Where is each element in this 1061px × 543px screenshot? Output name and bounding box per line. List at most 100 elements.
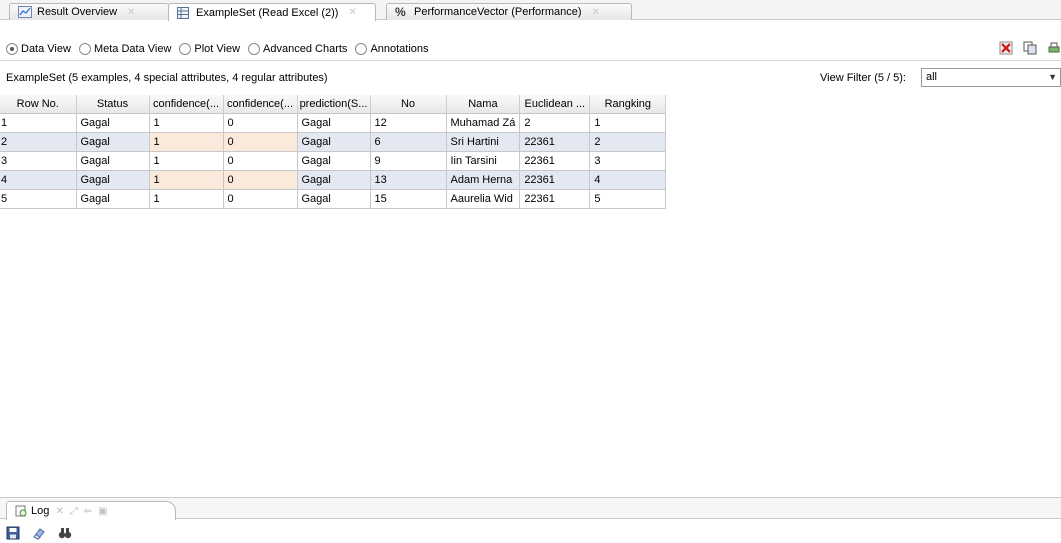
- view-filter-dropdown[interactable]: all ▼: [921, 68, 1061, 87]
- table-cell[interactable]: Gagal: [75, 150, 150, 171]
- radio-plot-view[interactable]: Plot View: [179, 43, 240, 55]
- table-cell[interactable]: 1: [148, 150, 224, 171]
- save-icon[interactable]: [6, 526, 20, 540]
- detach-icon[interactable]: ▣: [98, 506, 107, 517]
- radio-label: Plot View: [194, 43, 241, 55]
- log-panel-tab-bar: Log ✕ ⤢ ⇐ ▣: [0, 497, 1061, 520]
- tab-log[interactable]: Log ✕ ⤢ ⇐ ▣: [6, 501, 176, 520]
- table-cell[interactable]: 4: [589, 169, 667, 190]
- table-cell[interactable]: 0: [222, 131, 298, 152]
- close-red-icon[interactable]: [999, 41, 1013, 55]
- table-cell[interactable]: 0: [222, 188, 298, 209]
- table-cell[interactable]: 15: [369, 188, 447, 209]
- column-header[interactable]: prediction(S...: [297, 95, 371, 114]
- radio-button[interactable]: [179, 43, 192, 55]
- table-cell[interactable]: Gagal: [296, 188, 371, 209]
- exampleset-summary: ExampleSet (5 examples, 4 special attrib…: [6, 72, 328, 84]
- table-cell[interactable]: 22361: [519, 169, 591, 190]
- radio-label: Meta Data View: [93, 43, 172, 55]
- table-cell[interactable]: 22361: [519, 188, 591, 209]
- restore-icon[interactable]: ⇐: [84, 506, 92, 517]
- tab-exampleset[interactable]: ExampleSet (Read Excel (2)) ✕: [168, 3, 376, 21]
- table-cell[interactable]: 0: [222, 112, 298, 133]
- table-cell[interactable]: Gagal: [296, 150, 371, 171]
- table-row[interactable]: 3 Gagal 1 0 Gagal 9 Iin Tarsini 22361 3: [0, 150, 667, 171]
- tab-result-overview[interactable]: Result Overview ✕: [9, 3, 169, 20]
- radio-advanced-charts[interactable]: Advanced Charts: [248, 43, 347, 55]
- close-icon[interactable]: ✕: [592, 7, 600, 18]
- table-cell[interactable]: Gagal: [75, 169, 150, 190]
- table-cell[interactable]: Gagal: [296, 169, 371, 190]
- table-cell[interactable]: Sri Hartini: [445, 131, 521, 152]
- column-header[interactable]: No: [370, 95, 447, 114]
- table-cell[interactable]: 12: [369, 112, 447, 133]
- radio-annotations[interactable]: Annotations: [355, 43, 429, 55]
- table-row[interactable]: 2 Gagal 1 0 Gagal 6 Sri Hartini 22361 2: [0, 131, 667, 152]
- log-tab-label: Log: [31, 505, 50, 517]
- table-cell[interactable]: 1: [148, 112, 224, 133]
- table-cell[interactable]: 9: [369, 150, 447, 171]
- eraser-icon[interactable]: [32, 526, 46, 540]
- log-icon: [15, 505, 27, 517]
- table-cell[interactable]: 2: [519, 112, 591, 133]
- column-header[interactable]: Status: [76, 95, 150, 114]
- table-cell[interactable]: Aaurelia Wid: [445, 188, 521, 209]
- table-cell[interactable]: 2: [589, 131, 667, 152]
- column-header[interactable]: Rangking: [589, 95, 667, 114]
- table-cell[interactable]: 4: [0, 169, 77, 190]
- column-header[interactable]: confidence(...: [223, 95, 298, 114]
- radio-meta-data-view[interactable]: Meta Data View: [78, 43, 172, 55]
- radio-data-view[interactable]: Data View: [6, 43, 71, 55]
- tab-performance-vector[interactable]: % PerformanceVector (Performance) ✕: [386, 3, 632, 20]
- exampleset-info-bar: ExampleSet (5 examples, 4 special attrib…: [0, 68, 1061, 88]
- table-cell[interactable]: Gagal: [75, 188, 150, 209]
- table-cell[interactable]: Gagal: [75, 131, 150, 152]
- table-cell[interactable]: 0: [222, 169, 298, 190]
- radio-button[interactable]: [78, 43, 91, 55]
- table-cell[interactable]: 1: [148, 188, 224, 209]
- table-cell[interactable]: 1: [0, 112, 77, 133]
- close-icon[interactable]: ✕: [55, 506, 63, 517]
- table-cell[interactable]: 3: [589, 150, 667, 171]
- table-row[interactable]: 5 Gagal 1 0 Gagal 15 Aaurelia Wid 22361 …: [0, 188, 667, 209]
- table-cell[interactable]: 1: [148, 169, 224, 190]
- view-mode-bar: Data View Meta Data View Plot View Advan…: [0, 38, 1061, 61]
- table-cell[interactable]: 5: [589, 188, 667, 209]
- column-header[interactable]: Euclidean ...: [519, 95, 591, 114]
- close-icon[interactable]: ✕: [127, 7, 135, 18]
- table-cell[interactable]: Muhamad Zá: [445, 112, 521, 133]
- table-row[interactable]: 1 Gagal 1 0 Gagal 12 Muhamad Zá 2 1: [0, 112, 667, 133]
- table-icon: [177, 6, 191, 19]
- table-cell[interactable]: 5: [0, 188, 77, 209]
- table-cell[interactable]: 0: [222, 150, 298, 171]
- close-icon[interactable]: ✕: [348, 7, 356, 18]
- table-cell[interactable]: Gagal: [296, 131, 371, 152]
- column-header[interactable]: Nama: [446, 95, 521, 114]
- radio-button[interactable]: [355, 43, 368, 55]
- maximize-icon[interactable]: ⤢: [70, 506, 78, 517]
- column-header[interactable]: Row No.: [0, 95, 77, 114]
- view-filter-label: View Filter (5 / 5):: [820, 72, 906, 84]
- table-cell[interactable]: Gagal: [75, 112, 150, 133]
- result-tab-bar: Result Overview ✕ ExampleSet (Read Excel…: [0, 0, 1061, 21]
- binoculars-icon[interactable]: [58, 526, 72, 540]
- table-cell[interactable]: 22361: [519, 131, 591, 152]
- radio-button[interactable]: [248, 43, 261, 55]
- copy-icon[interactable]: [1023, 41, 1037, 55]
- table-cell[interactable]: Gagal: [296, 112, 371, 133]
- table-cell[interactable]: Iin Tarsini: [445, 150, 521, 171]
- table-cell[interactable]: 13: [369, 169, 447, 190]
- table-row[interactable]: 4 Gagal 1 0 Gagal 13 Adam Herna 22361 4: [0, 169, 667, 190]
- table-cell[interactable]: 1: [589, 112, 667, 133]
- data-table: Row No. Status confidence(... confidence…: [0, 95, 667, 209]
- print-icon[interactable]: [1047, 41, 1061, 55]
- table-cell[interactable]: 2: [0, 131, 77, 152]
- column-header[interactable]: confidence(...: [149, 95, 224, 114]
- table-cell[interactable]: Adam Herna: [445, 169, 521, 190]
- table-cell[interactable]: 1: [148, 131, 224, 152]
- table-cell[interactable]: 3: [0, 150, 77, 171]
- view-filter-value: all: [926, 71, 938, 83]
- table-cell[interactable]: 6: [369, 131, 447, 152]
- table-cell[interactable]: 22361: [519, 150, 591, 171]
- radio-button-checked[interactable]: [6, 43, 18, 55]
